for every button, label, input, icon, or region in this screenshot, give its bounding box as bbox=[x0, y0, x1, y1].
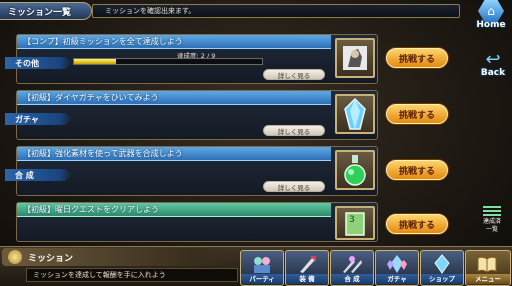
menu-book-icon bbox=[477, 256, 497, 273]
gacha-icon bbox=[387, 255, 407, 273]
character-portrait-icon bbox=[335, 38, 375, 78]
detail-button[interactable]: 詳しく見る bbox=[263, 125, 325, 136]
back-button[interactable]: ↩ Back bbox=[474, 49, 512, 82]
progress-fill bbox=[74, 59, 116, 64]
nav-label: 合 成 bbox=[331, 274, 373, 284]
completed-list-button[interactable]: 達成済 一覧 bbox=[472, 206, 512, 240]
nav-label: メニュー bbox=[466, 274, 510, 284]
back-arrow-icon: ↩ bbox=[485, 49, 501, 70]
mission-title: 【コンプ】初級ミッションを全て達成しよう bbox=[17, 35, 331, 49]
mission-title: 【初級】曜日クエストをクリアしよう bbox=[17, 203, 331, 217]
nav-gacha[interactable]: ガチャ bbox=[375, 250, 419, 286]
blue-crystal-icon bbox=[335, 94, 375, 134]
mission-card: 【初級】曜日クエストをクリアしよう 3 bbox=[16, 202, 378, 242]
completed-label-line2: 一覧 bbox=[485, 226, 498, 233]
challenge-button[interactable]: 挑戦する bbox=[386, 48, 448, 68]
emblem-icon bbox=[8, 250, 22, 264]
nav-label: ガチャ bbox=[376, 274, 418, 284]
nav-label: ショップ bbox=[421, 274, 463, 284]
nav-label: パーティ bbox=[241, 274, 283, 284]
nav-synthesis[interactable]: 合 成 bbox=[330, 250, 374, 286]
challenge-button[interactable]: 挑戦する bbox=[386, 104, 448, 124]
nav-menu[interactable]: メニュー bbox=[465, 250, 511, 286]
nav-label: 装 備 bbox=[286, 274, 328, 284]
section-title: ミッション bbox=[2, 248, 234, 266]
mission-card: 【初級】強化素材を使って武器を合成しよう 合 成 詳しく見る bbox=[5, 146, 378, 196]
shop-icon bbox=[434, 254, 450, 274]
mission-category: 合 成 bbox=[5, 169, 73, 181]
challenge-button[interactable]: 挑戦する bbox=[386, 214, 448, 234]
completed-label-line1: 達成済 bbox=[482, 218, 501, 225]
mission-category: ガチャ bbox=[5, 113, 73, 125]
mission-card: 【コンプ】初級ミッションを全て達成しよう その他 達成度: 2 / 9 詳しく見… bbox=[5, 34, 378, 84]
svg-text:3: 3 bbox=[349, 215, 355, 225]
mission-title: 【初級】強化素材を使って武器を合成しよう bbox=[17, 147, 331, 161]
section-title-text: ミッション bbox=[28, 253, 74, 264]
equipment-icon bbox=[300, 256, 316, 273]
section-description: ミッションを達成して報酬を手に入れよう bbox=[26, 268, 238, 282]
detail-button[interactable]: 詳しく見る bbox=[263, 181, 325, 192]
header-message: ミッションを確認出来ます。 bbox=[92, 4, 460, 18]
party-icon bbox=[254, 257, 270, 273]
mission-title: 【初級】ダイヤガチャをひいてみよう bbox=[17, 91, 331, 105]
nav-shop[interactable]: ショップ bbox=[420, 250, 464, 286]
green-scroll-icon: 3 bbox=[335, 206, 375, 240]
nav-equipment[interactable]: 装 備 bbox=[285, 250, 329, 286]
page-title: ミッション一覧 bbox=[0, 2, 92, 20]
mission-category: その他 bbox=[5, 57, 73, 69]
mission-card: 【初級】ダイヤガチャをひいてみよう ガチャ 詳しく見る bbox=[5, 90, 378, 140]
synthesis-icon bbox=[343, 256, 362, 273]
list-icon bbox=[483, 206, 501, 216]
challenge-button[interactable]: 挑戦する bbox=[386, 160, 448, 180]
home-icon: ⌂ bbox=[478, 0, 504, 22]
progress-bar bbox=[73, 58, 263, 65]
back-label: Back bbox=[480, 68, 506, 78]
green-potion-icon bbox=[335, 150, 375, 190]
nav-party[interactable]: パーティ bbox=[240, 250, 284, 286]
home-button[interactable]: ⌂ Home bbox=[470, 0, 512, 34]
detail-button[interactable]: 詳しく見る bbox=[263, 69, 325, 80]
